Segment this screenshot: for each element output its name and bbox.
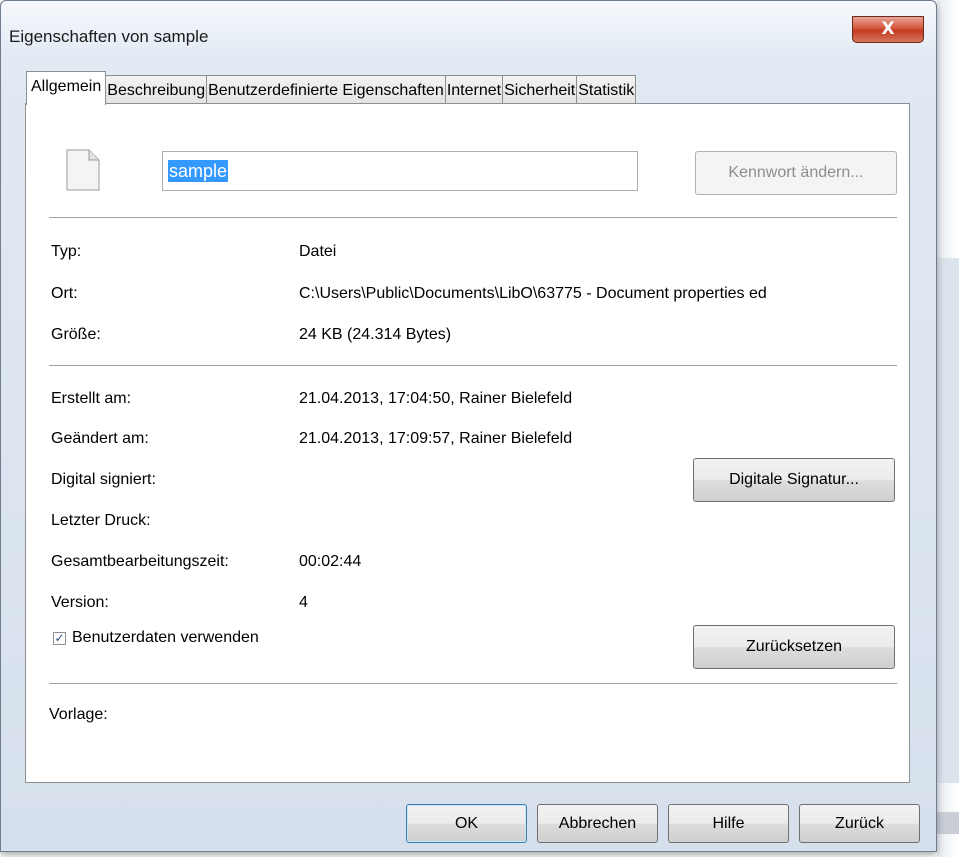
type-label: Typ:: [51, 243, 82, 260]
type-value: Datei: [299, 243, 337, 260]
ok-button[interactable]: OK: [406, 804, 527, 843]
document-name-input[interactable]: sample: [162, 151, 638, 191]
cancel-button[interactable]: Abbrechen: [537, 804, 658, 843]
help-label: Hilfe: [712, 815, 745, 832]
properties-dialog: Eigenschaften von sample X Allgemein Bes…: [0, 0, 937, 852]
size-value: 24 KB (24.314 Bytes): [299, 326, 452, 343]
created-value: 21.04.2013, 17:04:50, Rainer Bielefeld: [299, 390, 573, 407]
version-value: 4: [299, 594, 308, 611]
close-button[interactable]: X: [852, 16, 924, 43]
change-password-label: Kennwort ändern...: [728, 164, 864, 181]
tab-beschreibung[interactable]: Beschreibung: [105, 75, 208, 105]
editing-time-value: 00:02:44: [299, 553, 362, 570]
cancel-label: Abbrechen: [558, 815, 637, 832]
back-label: Zurück: [835, 815, 884, 832]
separator: [49, 217, 897, 218]
digital-signature-label: Digitale Signatur...: [729, 471, 859, 488]
document-name-value: sample: [168, 160, 229, 182]
use-user-data-checkbox[interactable]: ✓: [53, 632, 66, 645]
reset-button[interactable]: Zurücksetzen: [693, 625, 895, 669]
modified-label: Geändert am:: [51, 430, 149, 447]
tab-statistik[interactable]: Statistik: [576, 75, 637, 105]
digital-signature-button[interactable]: Digitale Signatur...: [693, 458, 895, 502]
size-label: Größe:: [51, 326, 101, 343]
tab-allgemein[interactable]: Allgemein: [26, 71, 107, 105]
template-label: Vorlage:: [49, 706, 108, 723]
separator: [49, 683, 897, 684]
ok-label: OK: [454, 815, 479, 832]
desktop-background: [937, 0, 959, 857]
tab-internet[interactable]: Internet: [444, 75, 504, 105]
location-label: Ort:: [51, 285, 78, 302]
tab-strip: Allgemein Beschreibung Benutzerdefiniert…: [26, 71, 637, 105]
window-title: Eigenschaften von sample: [9, 27, 209, 46]
use-user-data-label[interactable]: Benutzerdaten verwenden: [72, 629, 259, 647]
change-password-button[interactable]: Kennwort ändern...: [695, 151, 897, 195]
created-label: Erstellt am:: [51, 390, 132, 407]
reset-label: Zurücksetzen: [745, 638, 843, 655]
last-print-label: Letzter Druck:: [51, 512, 151, 529]
version-label: Version:: [51, 594, 109, 611]
modified-value: 21.04.2013, 17:09:57, Rainer Bielefeld: [299, 430, 573, 447]
separator: [49, 365, 897, 366]
back-button[interactable]: Zurück: [799, 804, 920, 843]
tab-benutzerdefinierte-eigenschaften[interactable]: Benutzerdefinierte Eigenschaften: [206, 75, 446, 105]
digitally-signed-label: Digital signiert:: [51, 471, 156, 488]
help-button[interactable]: Hilfe: [668, 804, 789, 843]
tab-sicherheit[interactable]: Sicherheit: [502, 75, 578, 105]
background-window-edge: [937, 258, 959, 783]
editing-time-label: Gesamtbearbeitungszeit:: [51, 553, 229, 570]
background-window-edge: [937, 812, 959, 834]
location-value: C:\Users\Public\Documents\LibO\63775 - D…: [299, 285, 767, 302]
document-icon: [66, 149, 100, 191]
